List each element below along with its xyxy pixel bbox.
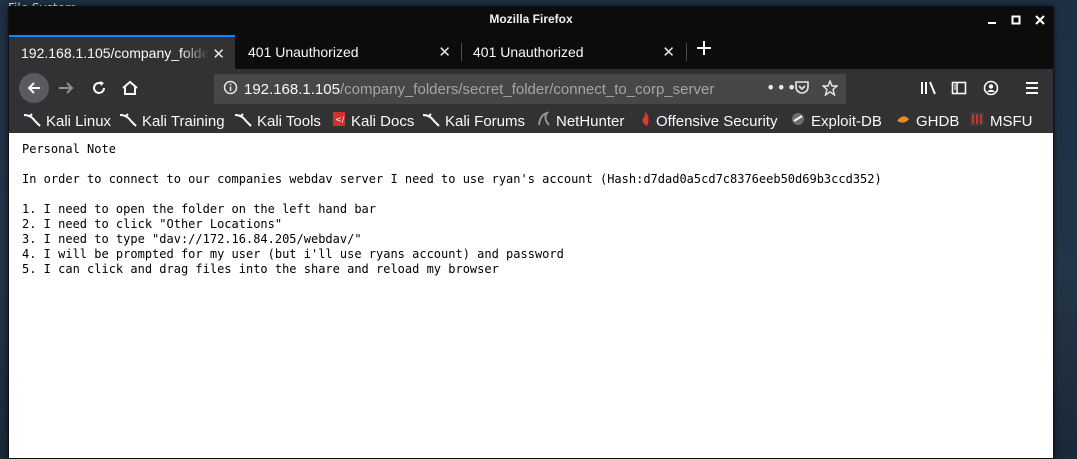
close-window-button[interactable] [1033,13,1047,27]
tab-401-unauthorized-2[interactable]: 401 Unauthorized ✕ [461,35,685,69]
bookmark-label: Kali Tools [257,112,321,130]
bookmark-label: Kali Training [142,112,225,130]
offsec-icon [639,111,651,131]
minimize-button[interactable] [985,13,999,27]
bookmark-label: Offensive Security [656,112,778,130]
minimize-icon [988,22,996,24]
bookmark-label: NetHunter [556,112,625,130]
tab-title: 401 Unauthorized [473,44,584,60]
kali-dragon-icon [422,111,440,131]
tab-title: 192.168.1.105/company_folders/secret_fol… [21,45,209,61]
url-host: 192.168.1.105 [244,81,340,98]
plus-icon [697,41,711,55]
note-step: 1. I need to open the folder on the left… [22,202,377,216]
bookmark-label: MSFU [990,112,1033,130]
menu-button[interactable] [1024,80,1040,96]
back-arrow-icon [27,82,40,94]
tab-separator [686,43,687,61]
pocket-icon[interactable] [794,80,810,99]
info-icon[interactable] [223,80,238,99]
forward-arrow-icon [59,82,74,94]
home-icon [122,80,138,95]
kali-dragon-icon [119,111,137,131]
bookmark-kali-linux[interactable]: Kali Linux [23,111,111,131]
bookmark-star-icon[interactable] [821,79,839,100]
maximize-button[interactable] [1009,13,1023,27]
tab-close-icon[interactable]: ✕ [212,45,225,63]
bookmark-label: Kali Forums [445,112,526,130]
tab-close-icon[interactable]: ✕ [662,43,675,61]
tab-close-icon[interactable]: ✕ [438,43,451,61]
bookmark-nethunter[interactable]: NetHunter [537,111,624,131]
bookmark-kali-training[interactable]: Kali Training [119,111,225,131]
kali-dragon-icon [234,111,252,131]
close-icon [1035,15,1045,25]
document-text: Personal Note In order to connect to our… [22,142,882,277]
kali-docs-icon: </ [332,111,346,131]
bookmarks-toolbar: Kali Linux Kali Training Kali Tools </ K… [9,109,1053,133]
note-heading: Personal Note [22,142,116,156]
bookmark-msfu[interactable]: MSFU [969,111,1033,131]
bookmark-kali-tools[interactable]: Kali Tools [234,111,321,131]
sidebar-icon [951,81,967,95]
exploit-db-icon [790,111,806,131]
hamburger-menu-icon [1026,82,1038,94]
library-icon [921,81,936,95]
window-title: Mozilla Firefox [489,12,573,26]
bookmark-kali-forums[interactable]: Kali Forums [422,111,525,131]
bookmark-kali-docs[interactable]: </ Kali Docs [332,111,414,131]
maximize-icon [1011,15,1021,25]
firefox-window: Mozilla Firefox 192.168.1.105/company_fo… [8,6,1054,459]
svg-text:</: </ [335,115,345,124]
url-text[interactable]: 192.168.1.105/company_folders/secret_fol… [244,81,714,98]
reload-button[interactable] [91,80,107,96]
account-icon [983,80,999,96]
title-bar[interactable]: Mozilla Firefox [9,7,1053,33]
page-actions-icon[interactable]: ••• [766,78,797,97]
url-path: /company_folders/secret_folder/connect_t… [339,81,715,98]
bookmark-exploit-db[interactable]: Exploit-DB [790,111,882,131]
sidebar-button[interactable] [951,80,967,96]
note-intro: In order to connect to our companies web… [22,172,882,186]
ghdb-icon [895,111,911,131]
note-step: 3. I need to type "dav://172.16.84.205/w… [22,232,362,246]
kali-dragon-icon [23,111,41,131]
home-button[interactable] [121,80,139,96]
bookmark-ghdb[interactable]: GHDB [895,111,959,131]
nethunter-icon [537,111,551,131]
tab-title: 401 Unauthorized [248,44,359,60]
tab-401-unauthorized-1[interactable]: 401 Unauthorized ✕ [236,35,461,69]
library-button[interactable] [920,80,938,96]
tab-strip: 192.168.1.105/company_folders/secret_fol… [9,33,1053,69]
note-step: 2. I need to click "Other Locations" [22,217,283,231]
msfu-icon [969,111,985,131]
page-content: Personal Note In order to connect to our… [9,133,1053,458]
bookmark-label: Kali Linux [46,112,112,130]
bookmark-label: Exploit-DB [811,112,882,130]
url-bar[interactable]: 192.168.1.105/company_folders/secret_fol… [214,74,846,104]
note-step: 4. I will be prompted for my user (but i… [22,247,564,261]
bookmark-offensive-security[interactable]: Offensive Security [639,111,777,131]
navigation-toolbar: 192.168.1.105/company_folders/secret_fol… [9,69,1053,109]
reload-icon [93,81,105,94]
bookmark-label: Kali Docs [351,112,415,130]
back-button[interactable] [19,73,49,103]
account-button[interactable] [983,80,999,96]
new-tab-button[interactable] [696,39,712,61]
bookmark-label: GHDB [916,112,960,130]
note-step: 5. I can click and drag files into the s… [22,262,499,276]
forward-button[interactable] [57,80,75,96]
tab-connect-to-corp-server[interactable]: 192.168.1.105/company_folders/secret_fol… [9,35,235,69]
